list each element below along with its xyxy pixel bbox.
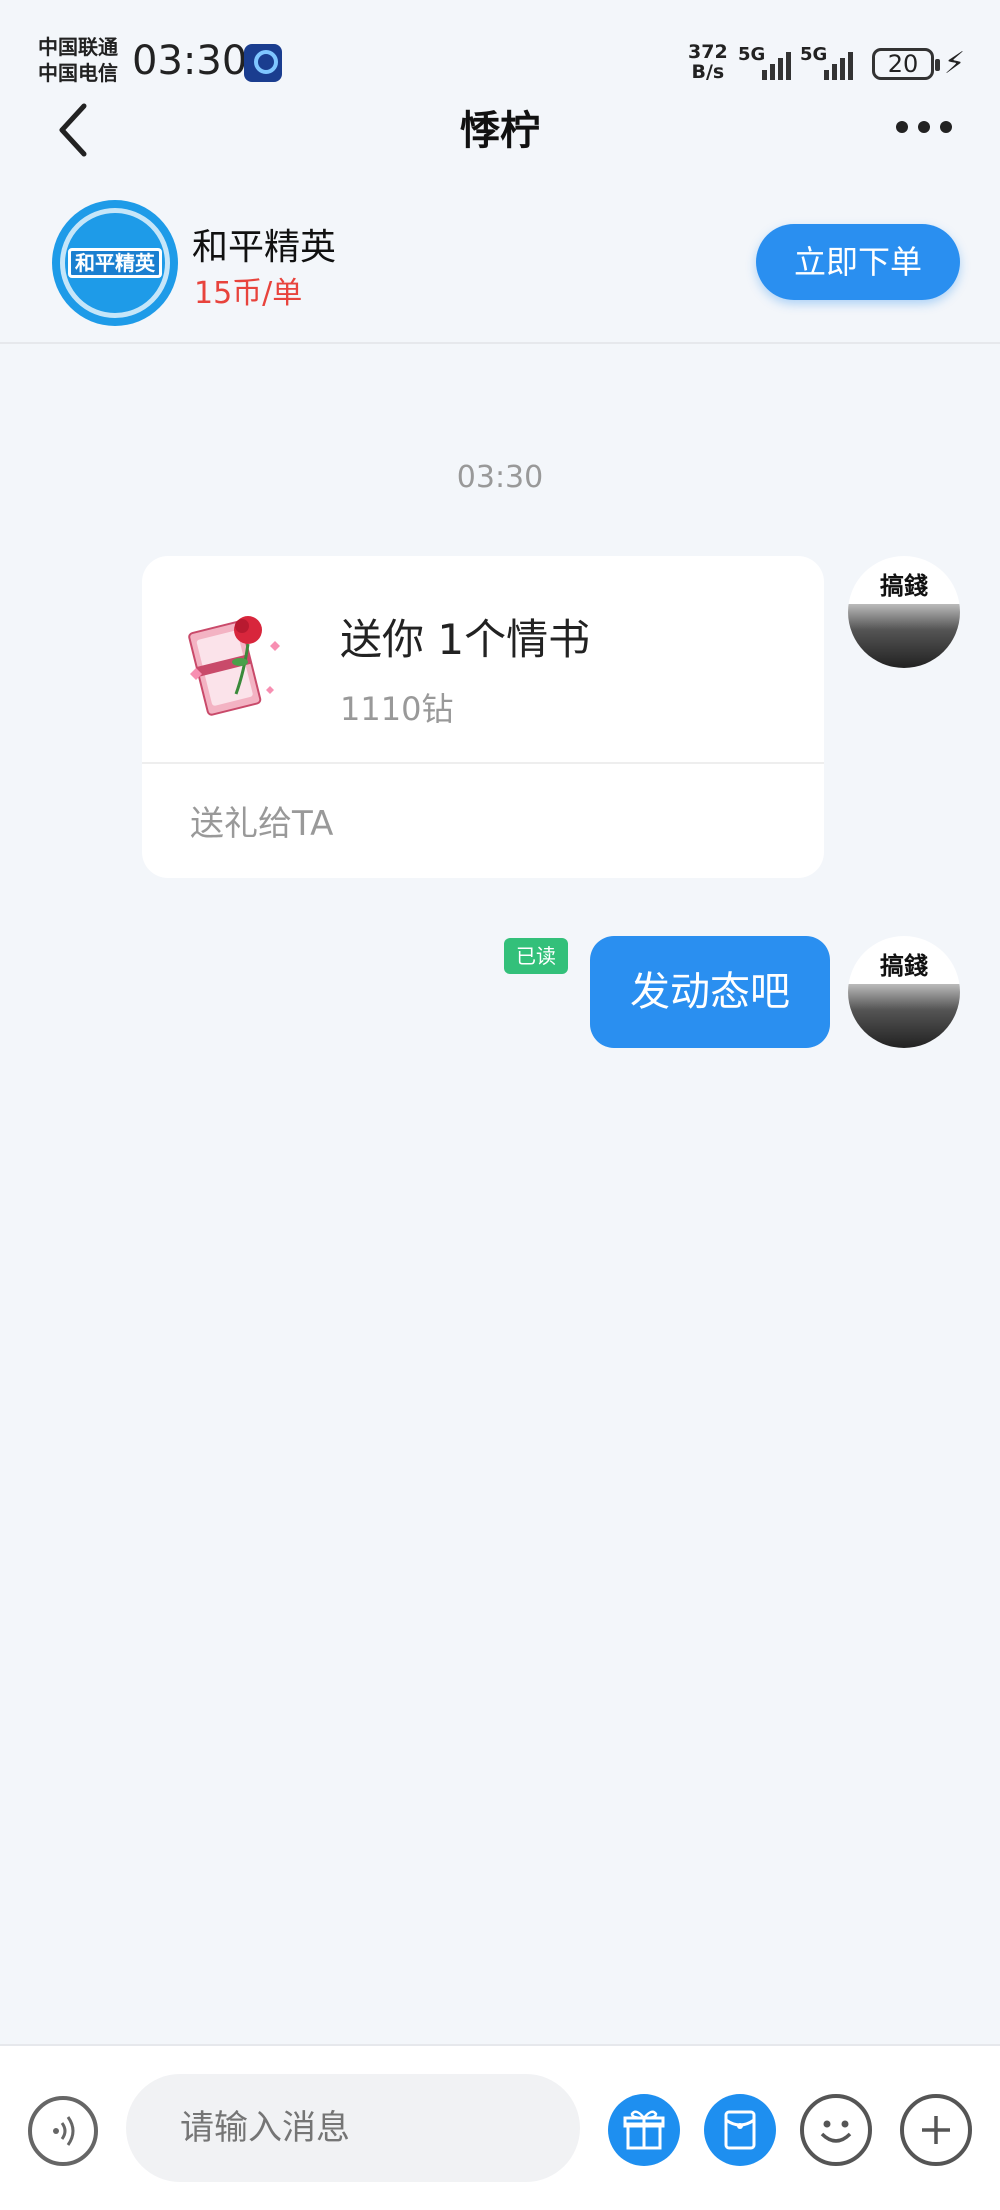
nav-bar: 悸柠	[0, 92, 1000, 192]
carrier-2: 中国电信	[38, 61, 118, 85]
charging-icon: ⚡	[944, 46, 966, 81]
avatar-text: 搞錢	[880, 951, 928, 980]
voice-icon[interactable]	[28, 2096, 98, 2166]
plus-icon[interactable]	[900, 2094, 972, 2166]
game-name: 和平精英	[192, 227, 337, 268]
game-logo-text: 和平精英	[68, 248, 162, 278]
more-icon[interactable]	[896, 112, 956, 142]
love-letter-gift-image	[178, 602, 288, 718]
status-time: 03:30	[132, 38, 248, 84]
gift-icon[interactable]	[608, 2094, 680, 2166]
signal-2-icon	[824, 50, 853, 80]
avatar-text: 搞錢	[880, 571, 928, 600]
carrier-info: 中国联通 中国电信	[38, 34, 118, 86]
avatar[interactable]: 搞錢	[848, 936, 960, 1048]
game-logo[interactable]: 和平精英	[52, 200, 178, 326]
red-packet-icon[interactable]	[704, 2094, 776, 2166]
net-speed-value: 372	[688, 41, 728, 63]
send-gift-link[interactable]: 送礼给TA	[190, 796, 333, 845]
gift-message-card[interactable]: 送你 1个情书 1110钻 送礼给TA	[142, 556, 824, 878]
message-timestamp: 03:30	[456, 460, 544, 495]
game-service-card: 和平精英 和平精英 15币/单 立即下单	[0, 192, 1000, 344]
emoji-icon[interactable]	[800, 2094, 872, 2166]
signal-1-icon	[762, 50, 791, 80]
message-input[interactable]	[126, 2074, 580, 2182]
gift-price: 1110钻	[340, 690, 454, 728]
net-speed: 372 B/s	[688, 42, 728, 82]
input-bar	[0, 2044, 1000, 2210]
status-bar: 中国联通 中国电信 03:30 372 B/s 5G 5G 20 ⚡	[0, 0, 1000, 92]
page-title: 悸柠	[460, 108, 540, 154]
game-price: 15币/单	[194, 276, 303, 311]
carrier-1: 中国联通	[38, 35, 118, 59]
avatar[interactable]: 搞錢	[848, 556, 960, 668]
read-status-badge: 已读	[504, 938, 568, 974]
notification-app-icon	[244, 44, 282, 82]
battery-icon: 20	[872, 48, 940, 80]
net-speed-unit: B/s	[691, 61, 725, 83]
order-now-button[interactable]: 立即下单	[756, 224, 960, 300]
divider	[142, 762, 824, 764]
gift-title: 送你 1个情书	[340, 615, 591, 664]
message-bubble[interactable]: 发动态吧	[590, 936, 830, 1048]
